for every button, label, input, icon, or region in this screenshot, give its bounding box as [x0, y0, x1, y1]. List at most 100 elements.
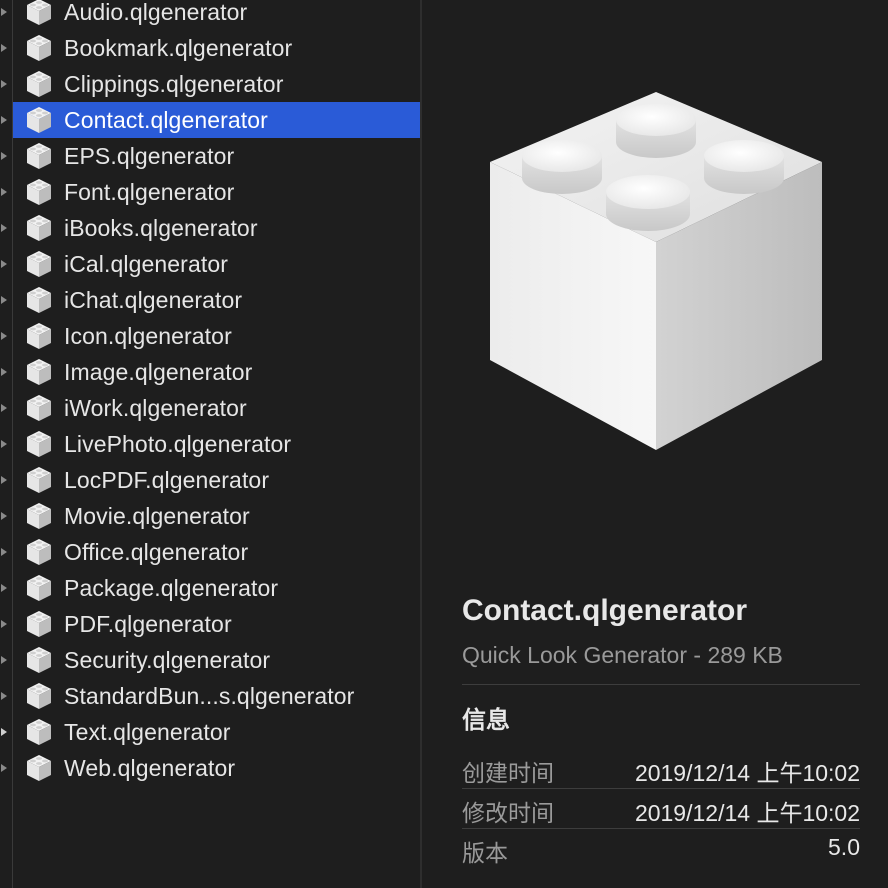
divider [462, 684, 860, 685]
disclosure-arrow-icon [1, 620, 7, 628]
plugin-bundle-icon [25, 609, 53, 639]
plugin-bundle-icon [25, 33, 53, 63]
file-row[interactable]: PDF.qlgenerator [13, 606, 420, 642]
disclosure-arrow-icon [1, 692, 7, 700]
plugin-bundle-icon [25, 573, 53, 603]
disclosure-arrow-icon [1, 368, 7, 376]
file-row[interactable]: Web.qlgenerator [13, 750, 420, 786]
file-list: Audio.qlgenerator Bookmark.qlgenerator Cli… [13, 0, 420, 786]
preview-subtitle: Quick Look Generator - 289 KB [462, 642, 783, 668]
file-row[interactable]: Image.qlgenerator [13, 354, 420, 390]
disclosure-arrow-icon [1, 332, 7, 340]
disclosure-arrow-icon [1, 152, 7, 160]
disclosure-arrow-icon [1, 656, 7, 664]
disclosure-arrow-icon [1, 188, 7, 196]
disclosure-arrow-icon [1, 548, 7, 556]
file-row[interactable]: iCal.qlgenerator [13, 246, 420, 282]
file-row[interactable]: StandardBun...s.qlgenerator [13, 678, 420, 714]
file-name: Contact.qlgenerator [64, 106, 268, 133]
file-name: Image.qlgenerator [64, 358, 253, 385]
file-name: Office.qlgenerator [64, 538, 249, 565]
plugin-bundle-icon [25, 177, 53, 207]
info-value: 5.0 [828, 834, 860, 860]
plugin-bundle-icon [25, 105, 53, 135]
plugin-bundle-icon [490, 92, 822, 450]
plugin-bundle-icon [25, 285, 53, 315]
info-value: 2019/12/14 上午10:02 [634, 800, 860, 826]
plugin-bundle-icon [25, 141, 53, 171]
disclosure-arrow-icon [1, 116, 7, 124]
disclosure-arrow-icon [1, 584, 7, 592]
disclosure-arrow-icon [1, 512, 7, 520]
previous-column[interactable] [0, 0, 12, 888]
plugin-bundle-icon [25, 213, 53, 243]
plugin-bundle-icon [25, 681, 53, 711]
plugin-bundle-icon [25, 501, 53, 531]
file-name: Clippings.qlgenerator [64, 70, 284, 97]
file-row[interactable]: Font.qlgenerator [13, 174, 420, 210]
plugin-bundle-icon [25, 753, 53, 783]
info-section-title: 信息 [462, 707, 510, 734]
plugin-bundle-icon [25, 717, 53, 747]
disclosure-arrow-icon [1, 728, 7, 736]
file-name: Bookmark.qlgenerator [64, 34, 293, 61]
info-row-created: 创建时间 2019/12/14 上午10:02 [462, 748, 860, 788]
info-value: 2019/12/14 上午10:02 [634, 760, 860, 786]
file-row[interactable]: iWork.qlgenerator [13, 390, 420, 426]
plugin-bundle-icon [25, 249, 53, 279]
plugin-bundle-icon [25, 645, 53, 675]
preview-title: Contact.qlgenerator [462, 594, 748, 627]
file-name: iChat.qlgenerator [64, 286, 243, 313]
file-name: Font.qlgenerator [64, 178, 235, 205]
file-name: Package.qlgenerator [64, 574, 279, 601]
file-name: iBooks.qlgenerator [64, 214, 258, 241]
file-list-column[interactable]: Audio.qlgenerator Bookmark.qlgenerator Cli… [13, 0, 420, 888]
info-row-modified: 修改时间 2019/12/14 上午10:02 [462, 788, 860, 828]
file-name: Icon.qlgenerator [64, 322, 232, 349]
disclosure-arrow-icon [1, 260, 7, 268]
file-row[interactable]: Clippings.qlgenerator [13, 66, 420, 102]
plugin-bundle-icon [25, 393, 53, 423]
disclosure-arrow-icon [1, 224, 7, 232]
info-label: 修改时间 [462, 800, 554, 826]
file-name: Text.qlgenerator [64, 718, 231, 745]
file-row[interactable]: Movie.qlgenerator [13, 498, 420, 534]
plugin-bundle-icon [25, 357, 53, 387]
file-row[interactable]: iBooks.qlgenerator [13, 210, 420, 246]
file-name: PDF.qlgenerator [64, 610, 232, 637]
file-row[interactable]: Office.qlgenerator [13, 534, 420, 570]
info-row-version: 版本 5.0 [462, 828, 860, 868]
info-label: 创建时间 [462, 760, 554, 786]
file-name: iWork.qlgenerator [64, 394, 247, 421]
preview-pane: Contact.qlgenerator Quick Look Generator… [422, 0, 888, 888]
plugin-bundle-icon [25, 69, 53, 99]
disclosure-arrow-icon [1, 476, 7, 484]
disclosure-arrow-icon [1, 44, 7, 52]
file-row[interactable]: EPS.qlgenerator [13, 138, 420, 174]
disclosure-arrow-icon [1, 80, 7, 88]
plugin-bundle-icon [25, 321, 53, 351]
finder-window: Audio.qlgenerator Bookmark.qlgenerator Cli… [0, 0, 888, 888]
plugin-bundle-icon [25, 0, 53, 27]
file-name: StandardBun...s.qlgenerator [64, 682, 355, 709]
file-row[interactable]: LocPDF.qlgenerator [13, 462, 420, 498]
file-row[interactable]: Bookmark.qlgenerator [13, 30, 420, 66]
file-name: Audio.qlgenerator [64, 0, 248, 25]
file-name: LivePhoto.qlgenerator [64, 430, 292, 457]
disclosure-arrow-icon [1, 404, 7, 412]
file-row[interactable]: Contact.qlgenerator [13, 102, 420, 138]
file-name: EPS.qlgenerator [64, 142, 235, 169]
file-row[interactable]: Icon.qlgenerator [13, 318, 420, 354]
file-row[interactable]: Package.qlgenerator [13, 570, 420, 606]
file-name: Security.qlgenerator [64, 646, 271, 673]
file-name: Movie.qlgenerator [64, 502, 250, 529]
plugin-bundle-icon [25, 429, 53, 459]
file-row[interactable]: Text.qlgenerator [13, 714, 420, 750]
disclosure-arrow-icon [1, 296, 7, 304]
file-row[interactable]: iChat.qlgenerator [13, 282, 420, 318]
file-row[interactable]: Audio.qlgenerator [13, 0, 420, 30]
file-name: Web.qlgenerator [64, 754, 236, 781]
disclosure-arrow-icon [1, 8, 7, 16]
file-row[interactable]: Security.qlgenerator [13, 642, 420, 678]
file-row[interactable]: LivePhoto.qlgenerator [13, 426, 420, 462]
